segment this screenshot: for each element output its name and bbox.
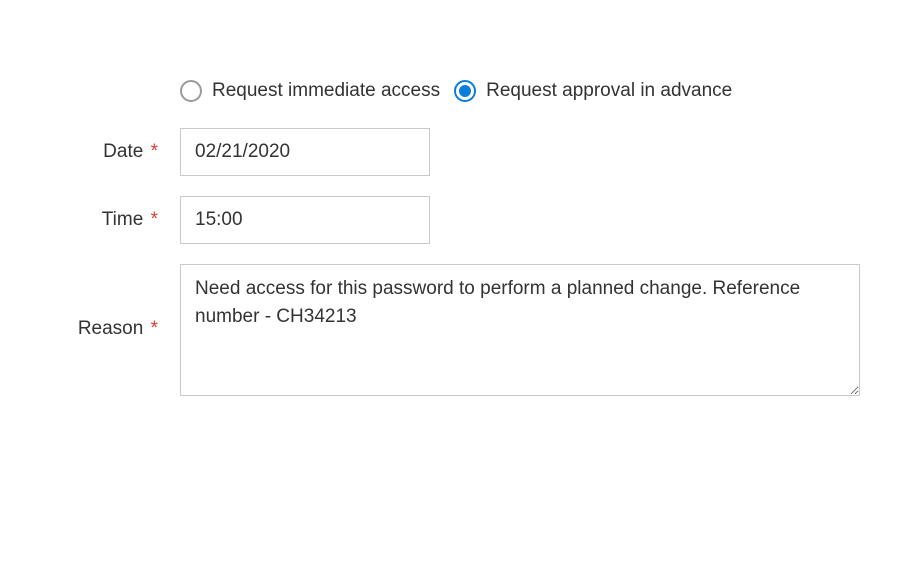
required-indicator: * (151, 141, 158, 162)
radio-icon-selected (454, 80, 476, 102)
reason-field-row: Reason * (40, 264, 860, 396)
date-field-row: Date * (40, 128, 860, 176)
date-input[interactable] (180, 128, 430, 176)
radio-immediate-access[interactable]: Request immediate access (180, 80, 440, 102)
required-indicator: * (151, 318, 158, 339)
reason-textarea[interactable] (180, 264, 860, 396)
required-indicator: * (151, 209, 158, 230)
time-input[interactable] (180, 196, 430, 244)
reason-label-text: Reason (78, 318, 144, 339)
date-label-text: Date (103, 141, 143, 162)
time-label-text: Time (102, 209, 144, 230)
time-field-row: Time * (40, 196, 860, 244)
radio-icon (180, 80, 202, 102)
request-type-radio-group: Request immediate access Request approva… (180, 80, 860, 102)
access-request-form: Request immediate access Request approva… (40, 80, 860, 396)
radio-label-immediate: Request immediate access (212, 80, 440, 102)
radio-label-advance: Request approval in advance (486, 80, 732, 102)
reason-label: Reason * (40, 264, 180, 340)
time-label: Time * (40, 209, 180, 231)
date-label: Date * (40, 141, 180, 163)
radio-inner-dot (459, 85, 471, 97)
radio-approval-advance[interactable]: Request approval in advance (454, 80, 732, 102)
